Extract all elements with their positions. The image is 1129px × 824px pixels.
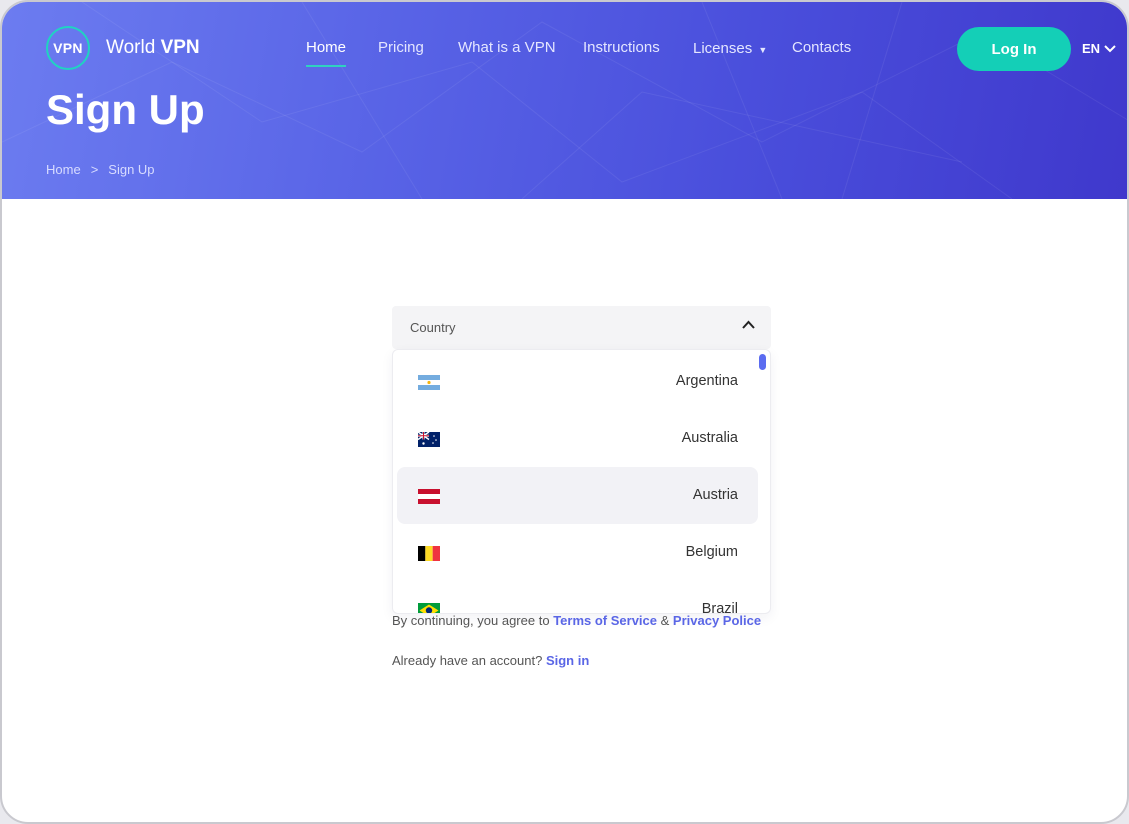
country-option-austria[interactable]: Austria bbox=[397, 467, 758, 524]
chevron-up-icon bbox=[742, 320, 755, 329]
country-option-australia[interactable]: Australia bbox=[397, 410, 758, 467]
country-option-belgium[interactable]: Belgium bbox=[397, 524, 758, 581]
login-button[interactable]: Log In bbox=[957, 27, 1071, 71]
licenses-label: Licenses bbox=[693, 40, 753, 57]
belgium-flag-icon bbox=[418, 546, 440, 561]
country-option-brazil[interactable]: Brazil bbox=[397, 581, 758, 613]
country-name: Austria bbox=[692, 487, 738, 503]
country-name: Argentina bbox=[675, 373, 738, 389]
terms-ampersand: & bbox=[660, 613, 670, 628]
country-name: Australia bbox=[681, 430, 738, 446]
country-name: Belgium bbox=[685, 544, 738, 560]
signin-prompt: Already have an account? Sign in bbox=[392, 653, 589, 668]
country-select-label: Country bbox=[410, 320, 456, 335]
vpn-logo-icon: VPN bbox=[46, 26, 90, 70]
language-selector[interactable]: EN bbox=[1082, 41, 1116, 56]
dropdown-scrollbar[interactable] bbox=[759, 354, 766, 370]
country-dropdown-list[interactable]: Argentina Australia Austria Belgium Braz… bbox=[392, 349, 771, 614]
nav-item-pricing[interactable]: Pricing bbox=[378, 39, 424, 56]
terms-notice: By continuing, you agree to Terms of Ser… bbox=[392, 613, 761, 628]
signin-link[interactable]: Sign in bbox=[546, 653, 589, 668]
brand-logo[interactable]: VPN World VPN bbox=[46, 26, 200, 70]
country-option-argentina[interactable]: Argentina bbox=[397, 353, 758, 410]
hero-header: VPN World VPN Home Pricing What is a VPN… bbox=[2, 2, 1127, 199]
active-nav-indicator bbox=[306, 65, 346, 67]
page-title: Sign Up bbox=[46, 86, 205, 133]
terms-prefix: By continuing, you agree to bbox=[392, 613, 550, 628]
chevron-down-icon bbox=[1104, 44, 1116, 52]
austria-flag-icon bbox=[418, 489, 440, 504]
nav-item-home[interactable]: Home bbox=[306, 39, 346, 56]
breadcrumb-current: Sign Up bbox=[108, 162, 155, 177]
breadcrumb-home[interactable]: Home bbox=[46, 162, 81, 177]
caret-down-icon: ▼ bbox=[758, 45, 768, 55]
nav-item-what-is-vpn[interactable]: What is a VPN bbox=[458, 39, 556, 56]
breadcrumb-separator: > bbox=[90, 162, 99, 177]
breadcrumb: Home > Sign Up bbox=[46, 162, 165, 177]
country-select[interactable]: Country bbox=[392, 306, 771, 349]
browser-frame: VPN World VPN Home Pricing What is a VPN… bbox=[0, 0, 1129, 824]
nav-item-licenses[interactable]: Licenses ▼ bbox=[693, 40, 767, 57]
nav-item-instructions[interactable]: Instructions bbox=[583, 39, 660, 56]
terms-of-service-link[interactable]: Terms of Service bbox=[553, 613, 657, 628]
language-code: EN bbox=[1082, 41, 1101, 56]
argentina-flag-icon bbox=[418, 375, 440, 390]
account-prefix: Already have an account? bbox=[392, 653, 543, 668]
brand-name: World VPN bbox=[106, 37, 200, 58]
privacy-policy-link[interactable]: Privacy Police bbox=[673, 613, 761, 628]
australia-flag-icon bbox=[418, 432, 440, 447]
nav-item-contacts[interactable]: Contacts bbox=[792, 39, 851, 56]
